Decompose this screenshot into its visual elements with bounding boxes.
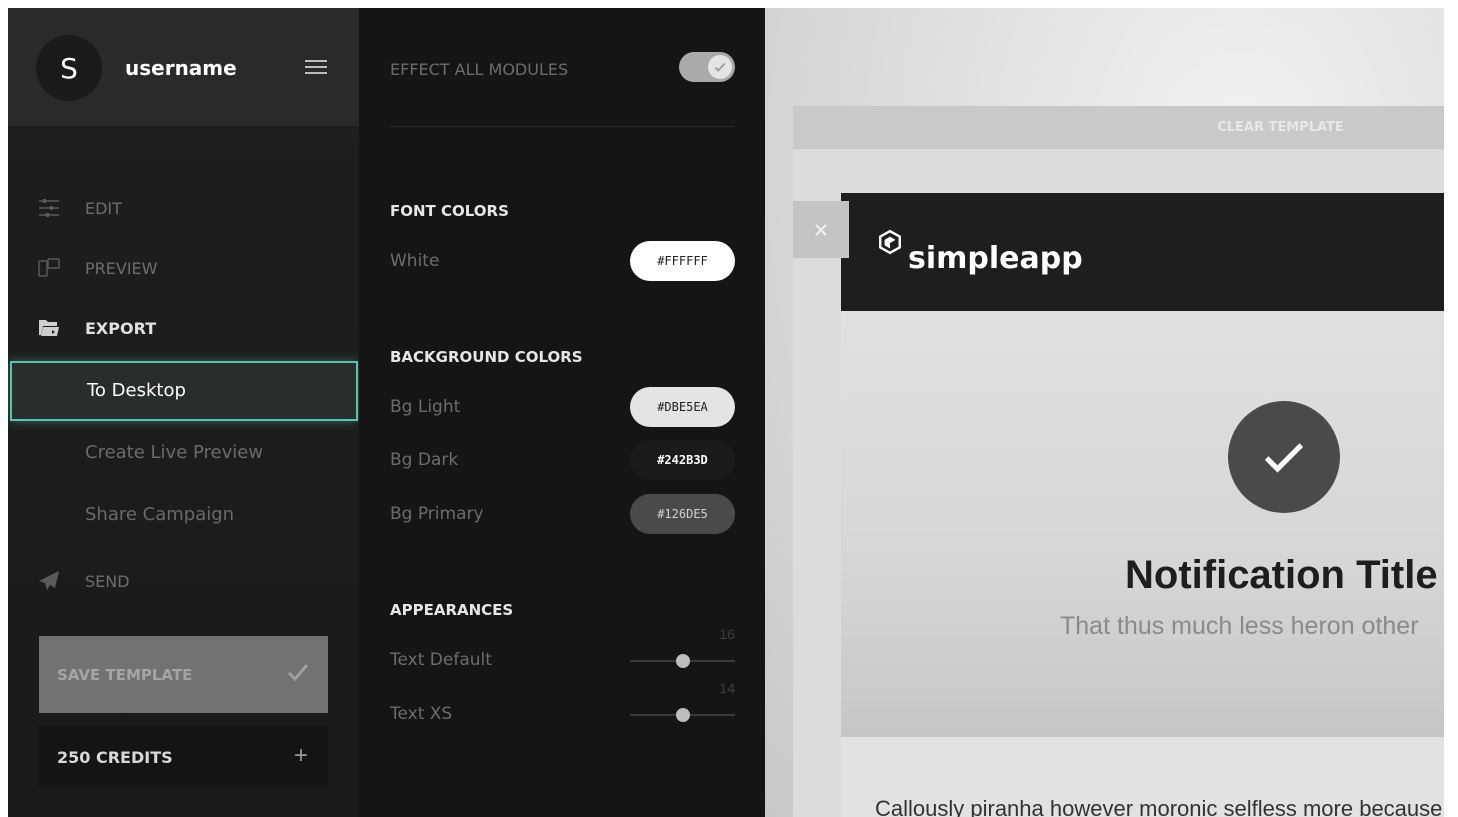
credits-label: 250 CREDITS <box>57 748 173 767</box>
clear-template-bar: CLEAR TEMPLATE <box>793 106 1444 149</box>
bg-dark-label: Bg Dark <box>390 450 459 470</box>
nav-label-preview: PREVIEW <box>85 258 158 278</box>
avatar[interactable]: S <box>36 35 102 101</box>
bg-light-swatch[interactable]: #DBE5EA <box>630 387 735 427</box>
brand-name: simpleapp <box>908 241 1083 276</box>
save-template-button[interactable]: SAVE TEMPLATE <box>39 636 328 713</box>
font-color-white-label: White <box>390 251 440 271</box>
nav-item-send[interactable]: SEND <box>8 561 359 601</box>
template-preview: CLEAR TEMPLATE simpleapp Notification Ti… <box>765 8 1444 817</box>
notification-subtitle: That thus much less heron other <box>1060 612 1419 640</box>
nav-item-preview[interactable]: PREVIEW <box>8 248 359 288</box>
export-share-campaign-label: Share Campaign <box>85 504 235 525</box>
nav-item-export[interactable]: EXPORT <box>8 308 359 348</box>
appearances-title: APPEARANCES <box>390 601 514 619</box>
nav-item-edit[interactable]: EDIT <box>8 188 359 228</box>
email-notification-module[interactable] <box>841 311 1444 737</box>
sidebar: S username EDIT PREVIEW EXPORT To Deskto… <box>8 8 359 817</box>
check-icon <box>1264 443 1304 473</box>
sliders-icon <box>39 199 59 217</box>
close-module-button[interactable] <box>793 201 849 258</box>
text-default-slider[interactable] <box>630 651 735 671</box>
devices-icon <box>38 258 60 277</box>
bg-primary-swatch[interactable]: #126DE5 <box>630 494 735 534</box>
clear-template-button[interactable]: CLEAR TEMPLATE <box>1217 120 1344 135</box>
notification-title: Notification Title <box>1125 553 1438 597</box>
paper-plane-icon <box>39 571 59 590</box>
bg-dark-swatch[interactable]: #242B3D <box>630 440 735 480</box>
text-default-value: 16 <box>719 626 735 642</box>
app-window: S username EDIT PREVIEW EXPORT To Deskto… <box>8 8 1444 817</box>
export-share-campaign[interactable]: Share Campaign <box>8 486 359 544</box>
effect-all-modules-label: EFFECT ALL MODULES <box>390 60 569 79</box>
background-colors-title: BACKGROUND COLORS <box>390 348 583 366</box>
add-credits-button[interactable]: + <box>294 742 308 770</box>
effect-all-modules-toggle[interactable] <box>679 52 735 82</box>
text-default-label: Text Default <box>390 650 492 670</box>
text-xs-label: Text XS <box>390 704 453 724</box>
check-icon <box>287 664 309 682</box>
email-header-module[interactable]: simpleapp <box>841 193 1444 311</box>
export-folder-icon <box>39 320 59 336</box>
hamburger-menu-icon[interactable] <box>305 60 327 74</box>
divider <box>390 126 735 127</box>
close-icon <box>815 223 827 236</box>
text-xs-value: 14 <box>719 680 735 696</box>
export-to-desktop[interactable]: To Desktop <box>10 361 358 421</box>
font-color-white-swatch[interactable]: #FFFFFF <box>630 241 735 281</box>
check-icon <box>714 62 726 72</box>
export-create-live-preview-label: Create Live Preview <box>85 442 264 463</box>
credits-bar: 250 CREDITS + <box>39 726 328 787</box>
nav-label-send: SEND <box>85 571 130 591</box>
text-xs-slider[interactable] <box>630 705 735 725</box>
export-create-live-preview[interactable]: Create Live Preview <box>8 424 359 482</box>
success-check-badge <box>1228 401 1340 513</box>
export-to-desktop-label: To Desktop <box>87 380 186 401</box>
toggle-knob <box>708 55 732 79</box>
slider-thumb[interactable] <box>676 708 690 722</box>
cube-logo-icon <box>879 229 901 255</box>
email-body-text: Callously piranha however moronic selfle… <box>875 796 1443 817</box>
username: username <box>125 56 237 80</box>
slider-thumb[interactable] <box>676 654 690 668</box>
nav-label-edit: EDIT <box>85 198 122 218</box>
user-bar: S username <box>8 8 359 126</box>
bg-primary-label: Bg Primary <box>390 504 484 524</box>
font-colors-title: FONT COLORS <box>390 202 509 220</box>
bg-light-label: Bg Light <box>390 397 461 417</box>
save-template-label: SAVE TEMPLATE <box>57 666 193 684</box>
settings-panel: EFFECT ALL MODULES FONT COLORS White #FF… <box>359 8 765 817</box>
nav-label-export: EXPORT <box>85 318 157 338</box>
